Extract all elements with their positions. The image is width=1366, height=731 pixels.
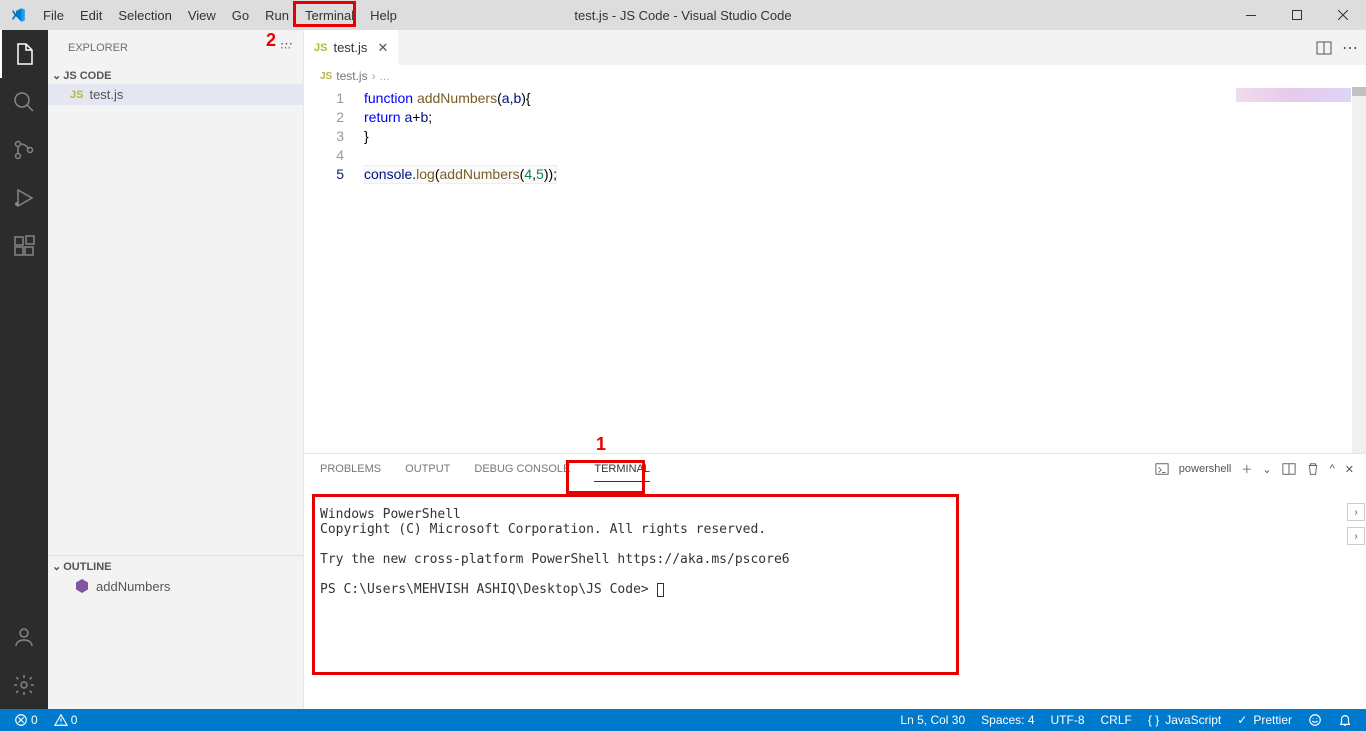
more-actions-icon[interactable]: ⋯ bbox=[1342, 38, 1358, 58]
status-errors[interactable]: 0 bbox=[10, 713, 42, 727]
status-bar: 0 0 Ln 5, Col 30 Spaces: 4 UTF-8 CRLF { … bbox=[0, 709, 1366, 731]
code-content[interactable]: function addNumbers(a,b){ return a+b;} c… bbox=[364, 89, 557, 453]
status-spaces[interactable]: Spaces: 4 bbox=[977, 713, 1038, 727]
side-chevron-icon[interactable]: › bbox=[1347, 527, 1365, 545]
status-ln-col[interactable]: Ln 5, Col 30 bbox=[896, 713, 969, 727]
status-language[interactable]: { }JavaScript bbox=[1144, 713, 1225, 727]
editor-area: JS test.js ✕ ⋯ JS test.js › ... 12345 fu… bbox=[304, 30, 1366, 709]
split-terminal-icon[interactable] bbox=[1282, 462, 1296, 476]
status-eol[interactable]: CRLF bbox=[1097, 713, 1136, 727]
shell-label[interactable]: powershell bbox=[1179, 463, 1232, 475]
method-icon bbox=[74, 578, 90, 594]
shell-icon[interactable] bbox=[1155, 462, 1169, 476]
maximize-button[interactable] bbox=[1274, 0, 1320, 30]
tab-testjs[interactable]: JS test.js ✕ bbox=[304, 30, 399, 65]
panel-tab-debug-console[interactable]: DEBUG CONSOLE bbox=[474, 457, 570, 481]
side-chevron-icon[interactable]: › bbox=[1347, 503, 1365, 521]
panel: PROBLEMS OUTPUT DEBUG CONSOLE TERMINAL p… bbox=[304, 453, 1366, 709]
terminal-dropdown-icon[interactable]: ⌄ bbox=[1262, 463, 1271, 476]
close-button[interactable] bbox=[1320, 0, 1366, 30]
settings-gear-icon[interactable] bbox=[0, 661, 48, 709]
kill-terminal-icon[interactable] bbox=[1306, 462, 1320, 476]
vscode-logo-icon bbox=[0, 7, 35, 23]
line-numbers: 12345 bbox=[304, 89, 364, 453]
menu-help[interactable]: Help bbox=[362, 0, 405, 30]
status-prettier[interactable]: ✓Prettier bbox=[1233, 713, 1296, 727]
terminal-content[interactable]: Windows PowerShell Copyright (C) Microso… bbox=[304, 484, 1366, 709]
search-icon[interactable] bbox=[0, 78, 48, 126]
explorer-title: EXPLORER bbox=[68, 42, 128, 54]
source-control-icon[interactable] bbox=[0, 126, 48, 174]
account-icon[interactable] bbox=[0, 613, 48, 661]
overview-ruler[interactable] bbox=[1352, 87, 1366, 453]
panel-tabs: PROBLEMS OUTPUT DEBUG CONSOLE TERMINAL p… bbox=[304, 454, 1366, 484]
menu-terminal[interactable]: Terminal bbox=[297, 0, 362, 30]
chevron-down-icon: ⌄ bbox=[52, 69, 61, 82]
window-title: test.js - JS Code - Visual Studio Code bbox=[574, 8, 791, 23]
file-item-testjs[interactable]: JS test.js bbox=[48, 84, 303, 105]
editor-tabs: JS test.js ✕ ⋯ bbox=[304, 30, 1366, 65]
close-panel-icon[interactable]: ✕ bbox=[1345, 463, 1354, 476]
menu-file[interactable]: File bbox=[35, 0, 72, 30]
js-file-icon: JS bbox=[314, 42, 327, 54]
explorer-icon[interactable] bbox=[0, 30, 48, 78]
menu-bar: File Edit Selection View Go Run Terminal… bbox=[0, 0, 1366, 30]
code-editor[interactable]: 12345 function addNumbers(a,b){ return a… bbox=[304, 87, 1366, 453]
js-file-icon: JS bbox=[70, 89, 83, 101]
menu-run[interactable]: Run bbox=[257, 0, 297, 30]
run-debug-icon[interactable] bbox=[0, 174, 48, 222]
close-tab-icon[interactable]: ✕ bbox=[377, 40, 388, 56]
status-encoding[interactable]: UTF-8 bbox=[1047, 713, 1089, 727]
minimize-button[interactable] bbox=[1228, 0, 1274, 30]
activity-bar bbox=[0, 30, 48, 709]
menu-view[interactable]: View bbox=[180, 0, 224, 30]
minimap[interactable] bbox=[1236, 88, 1351, 102]
side-toggle-buttons: › › bbox=[1347, 503, 1365, 545]
js-file-icon: JS bbox=[320, 71, 332, 82]
menu-edit[interactable]: Edit bbox=[72, 0, 110, 30]
status-warnings[interactable]: 0 bbox=[50, 713, 82, 727]
menu-go[interactable]: Go bbox=[224, 0, 257, 30]
extensions-icon[interactable] bbox=[0, 222, 48, 270]
breadcrumb[interactable]: JS test.js › ... bbox=[304, 65, 1366, 87]
menu-selection[interactable]: Selection bbox=[110, 0, 179, 30]
status-feedback-icon[interactable] bbox=[1304, 713, 1326, 727]
panel-tab-output[interactable]: OUTPUT bbox=[405, 457, 450, 481]
maximize-panel-icon[interactable]: ^ bbox=[1330, 463, 1335, 475]
new-terminal-icon[interactable]: ＋ bbox=[1241, 461, 1252, 477]
project-header[interactable]: ⌄ JS CODE bbox=[48, 67, 303, 84]
outline-item-addnumbers[interactable]: addNumbers bbox=[48, 575, 303, 597]
outline-header[interactable]: ⌄ OUTLINE bbox=[48, 558, 303, 575]
chevron-down-icon: ⌄ bbox=[52, 560, 61, 573]
sidebar: EXPLORER ⋯ ⌄ JS CODE JS test.js ⌄ OUTLIN… bbox=[48, 30, 304, 709]
panel-tab-terminal[interactable]: TERMINAL bbox=[594, 457, 650, 482]
split-editor-icon[interactable] bbox=[1316, 40, 1332, 56]
status-bell-icon[interactable] bbox=[1334, 713, 1356, 727]
panel-tab-problems[interactable]: PROBLEMS bbox=[320, 457, 381, 481]
explorer-more-icon[interactable]: ⋯ bbox=[280, 41, 291, 54]
